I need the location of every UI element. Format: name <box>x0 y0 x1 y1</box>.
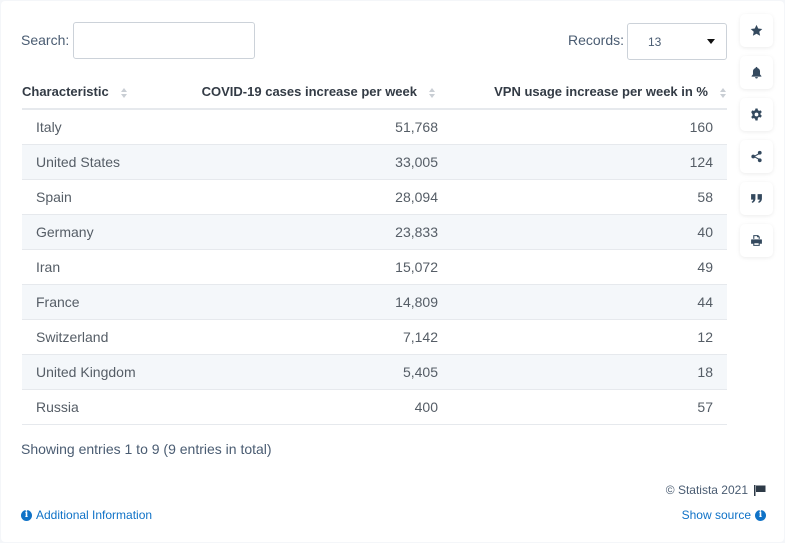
cell-country: Spain <box>22 179 174 215</box>
cell-country: Iran <box>22 249 174 285</box>
table-header-row: Characteristic COVID-19 cases increase p… <box>22 75 727 110</box>
cell-country: Germany <box>22 214 174 250</box>
bell-icon <box>751 66 762 79</box>
column-header-vpn-usage[interactable]: VPN usage increase per week in % <box>436 75 727 110</box>
sort-icon <box>429 87 436 98</box>
cell-covid-cases: 51,768 <box>174 109 438 145</box>
table-row: Spain 28,094 58 <box>22 179 727 215</box>
statistic-table-card: Search: Records: 13 Characteristic COVID… <box>1 1 784 542</box>
sort-icon <box>720 87 727 98</box>
records-label: Records: <box>568 32 625 48</box>
settings-button[interactable] <box>740 98 773 131</box>
cell-vpn-increase: 18 <box>436 354 727 390</box>
table-row: United States 33,005 124 <box>22 144 727 180</box>
sort-icon <box>120 87 128 98</box>
table-row: United Kingdom 5,405 18 <box>22 354 727 390</box>
cell-covid-cases: 400 <box>174 389 438 425</box>
notification-button[interactable] <box>740 56 773 89</box>
favorite-button[interactable] <box>740 14 773 47</box>
cell-country: France <box>22 284 174 320</box>
quote-icon <box>751 194 762 203</box>
cell-covid-cases: 23,833 <box>174 214 438 250</box>
table-row: Germany 23,833 40 <box>22 214 727 250</box>
cell-country: Russia <box>22 389 174 425</box>
table-row: Iran 15,072 49 <box>22 249 727 285</box>
records-select[interactable]: 13 <box>627 23 727 60</box>
cell-vpn-increase: 40 <box>436 214 727 250</box>
share-button[interactable] <box>740 140 773 173</box>
table-row: France 14,809 44 <box>22 284 727 320</box>
cell-vpn-increase: 49 <box>436 249 727 285</box>
table-row: Italy 51,768 160 <box>22 109 727 145</box>
cell-country: United Kingdom <box>22 354 174 390</box>
flag-icon[interactable] <box>754 484 766 496</box>
column-header-characteristic[interactable]: Characteristic <box>22 75 174 110</box>
table-row: Switzerland 7,142 12 <box>22 319 727 355</box>
table-row: Russia 400 57 <box>22 389 727 425</box>
copyright: © Statista 2021 <box>666 483 766 497</box>
cell-vpn-increase: 58 <box>436 179 727 215</box>
additional-information-link[interactable]: i Additional Information <box>21 508 152 522</box>
cell-vpn-increase: 12 <box>436 319 727 355</box>
entries-info: Showing entries 1 to 9 (9 entries in tot… <box>21 441 272 457</box>
cell-country: Italy <box>22 109 174 145</box>
cell-covid-cases: 28,094 <box>174 179 438 215</box>
records-select-value: 13 <box>648 35 662 49</box>
data-table: Characteristic COVID-19 cases increase p… <box>22 75 727 425</box>
search-input[interactable] <box>73 22 255 59</box>
print-icon <box>751 235 762 246</box>
info-icon: i <box>755 509 766 521</box>
caret-down-icon <box>707 39 715 44</box>
star-icon <box>750 24 763 36</box>
cell-covid-cases: 15,072 <box>174 249 438 285</box>
cell-country: United States <box>22 144 174 180</box>
cell-vpn-increase: 160 <box>436 109 727 145</box>
copyright-text: © Statista 2021 <box>665 483 748 497</box>
cell-vpn-increase: 44 <box>436 284 727 320</box>
cell-covid-cases: 14,809 <box>174 284 438 320</box>
cite-button[interactable] <box>740 182 773 215</box>
cell-vpn-increase: 124 <box>436 144 727 180</box>
gear-icon <box>751 108 762 121</box>
print-button[interactable] <box>740 224 773 257</box>
column-header-covid-cases[interactable]: COVID-19 cases increase per week <box>174 75 436 110</box>
cell-covid-cases: 7,142 <box>174 319 438 355</box>
cell-country: Switzerland <box>22 319 174 355</box>
info-icon: i <box>21 509 32 521</box>
cell-covid-cases: 33,005 <box>174 144 438 180</box>
show-source-link[interactable]: Show source i <box>682 508 766 522</box>
cell-covid-cases: 5,405 <box>174 354 438 390</box>
share-icon <box>751 150 762 163</box>
cell-vpn-increase: 57 <box>436 389 727 425</box>
search-label: Search: <box>21 32 70 48</box>
